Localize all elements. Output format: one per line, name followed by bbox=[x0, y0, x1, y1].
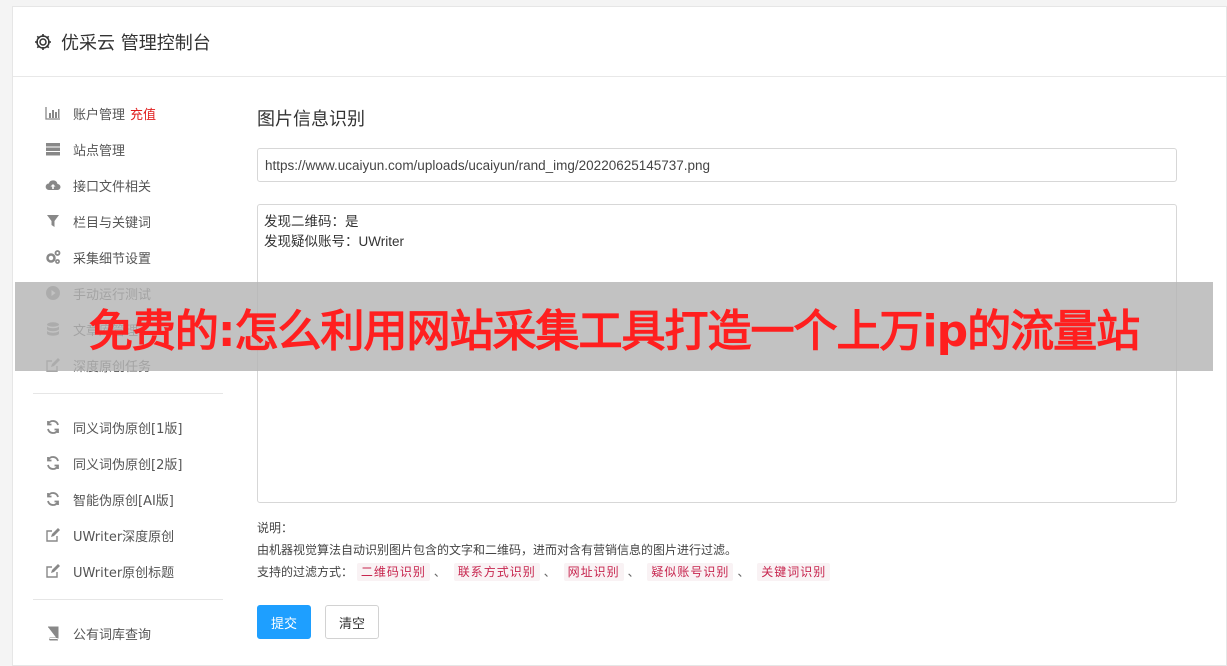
sidebar-divider bbox=[33, 599, 223, 600]
filter-tag: 疑似账号识别 bbox=[647, 563, 734, 581]
page-title: 图片信息识别 bbox=[257, 109, 365, 130]
description: 说明： 由机器视觉算法自动识别图片包含的文字和二维码，进而对含有营销信息的图片进… bbox=[257, 517, 1177, 583]
sidebar-item[interactable]: 账户管理 充值 bbox=[33, 95, 223, 131]
sidebar-item[interactable]: 智能伪原创[AI版] bbox=[33, 481, 223, 517]
filter-icon bbox=[45, 213, 61, 229]
sidebar-divider bbox=[33, 393, 223, 394]
page-header-title: 优采云 管理控制台 bbox=[61, 32, 211, 54]
image-url-input[interactable] bbox=[257, 148, 1177, 182]
filter-label: 支持的过滤方式： bbox=[257, 565, 354, 579]
bar-chart-icon bbox=[45, 105, 61, 121]
sidebar-item-label: 站点管理 bbox=[73, 143, 126, 159]
header: 优采云 管理控制台 bbox=[13, 7, 1226, 77]
sidebar-item-label: 同义词伪原创[2版] bbox=[73, 457, 183, 473]
cogs-icon bbox=[45, 249, 61, 265]
result-line: 发现疑似账号：UWriter bbox=[264, 234, 404, 249]
cloud-upload-icon bbox=[45, 177, 61, 193]
sidebar-item-label: 账户管理 bbox=[73, 107, 126, 123]
filter-tag: 二维码识别 bbox=[356, 563, 430, 581]
refresh-icon bbox=[45, 491, 61, 507]
sidebar-item[interactable]: UWriter原创标题 bbox=[33, 553, 223, 589]
edit-icon bbox=[45, 527, 61, 543]
filter-methods: 支持的过滤方式： 二维码识别、 联系方式识别、 网址识别、 疑似账号识别、 关键… bbox=[257, 561, 1177, 583]
filter-tag: 联系方式识别 bbox=[453, 563, 540, 581]
sidebar-item[interactable]: 接口文件相关 bbox=[33, 167, 223, 203]
server-icon bbox=[45, 141, 61, 157]
book-icon bbox=[45, 625, 61, 641]
sidebar-item-label: UWriter深度原创 bbox=[73, 529, 175, 545]
description-text: 由机器视觉算法自动识别图片包含的文字和二维码，进而对含有营销信息的图片进行过滤。 bbox=[257, 543, 738, 557]
banner-text: 免费的:怎么利用网站采集工具打造一个上万ip的流量站 bbox=[88, 305, 1140, 357]
recharge-link[interactable]: 充值 bbox=[130, 104, 156, 123]
sidebar-item-label: UWriter原创标题 bbox=[73, 565, 175, 581]
sidebar-item-label: 采集细节设置 bbox=[73, 251, 152, 267]
sidebar-item-label: 栏目与关键词 bbox=[73, 215, 152, 231]
gear-icon bbox=[33, 32, 53, 52]
result-line: 发现二维码：是 bbox=[264, 214, 359, 229]
button-group: 提交 清空 bbox=[257, 605, 1177, 639]
refresh-icon bbox=[45, 455, 61, 471]
sidebar-item-label: 同义词伪原创[1版] bbox=[73, 421, 183, 437]
sidebar-item[interactable]: 站点管理 bbox=[33, 131, 223, 167]
sidebar-item-label: 智能伪原创[AI版] bbox=[73, 493, 174, 509]
watermark-banner: 免费的:怎么利用网站采集工具打造一个上万ip的流量站 bbox=[15, 282, 1213, 371]
sidebar-item[interactable]: 采集细节设置 bbox=[33, 239, 223, 275]
sidebar-item[interactable]: 同义词伪原创[2版] bbox=[33, 445, 223, 481]
filter-tag: 网址识别 bbox=[563, 563, 624, 581]
sidebar-item-label: 接口文件相关 bbox=[73, 179, 152, 195]
main-content: 图片信息识别 发现二维码：是 发现疑似账号：UWriter 说明： 由机器视觉算… bbox=[257, 107, 1177, 639]
sidebar: 账户管理充值站点管理接口文件相关栏目与关键词采集细节设置手动运行测试文章库管理深… bbox=[33, 95, 223, 651]
clear-button[interactable]: 清空 bbox=[325, 605, 380, 639]
sidebar-item[interactable]: 同义词伪原创[1版] bbox=[33, 409, 223, 445]
sidebar-item[interactable]: 栏目与关键词 bbox=[33, 203, 223, 239]
sidebar-item[interactable]: UWriter深度原创 bbox=[33, 517, 223, 553]
submit-button[interactable]: 提交 bbox=[257, 605, 312, 639]
edit-icon bbox=[45, 563, 61, 579]
filter-tag: 关键词识别 bbox=[757, 563, 831, 581]
sidebar-item[interactable]: 公有词库查询 bbox=[33, 615, 223, 651]
refresh-icon bbox=[45, 419, 61, 435]
sidebar-item-label: 公有词库查询 bbox=[73, 627, 152, 643]
description-label: 说明： bbox=[257, 521, 294, 535]
